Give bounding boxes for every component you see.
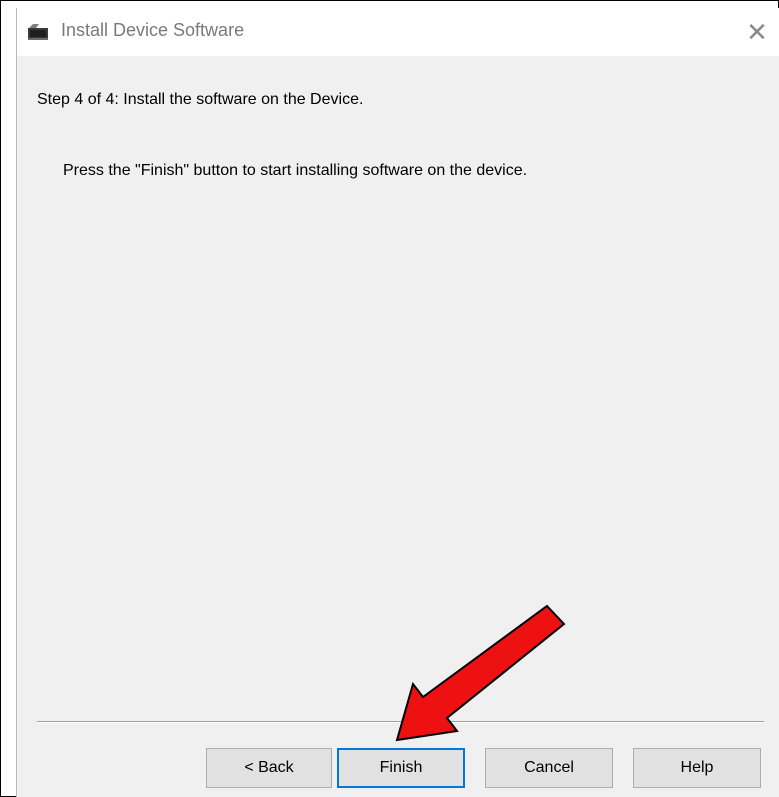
finish-button[interactable]: Finish <box>337 748 465 788</box>
device-software-icon <box>28 24 48 40</box>
back-button[interactable]: < Back <box>206 748 332 788</box>
instruction-text: Press the "Finish" button to start insta… <box>63 162 528 179</box>
install-device-software-dialog: Install Device Software ✕ Step 4 of 4: I… <box>16 8 779 797</box>
help-button[interactable]: Help <box>633 748 761 788</box>
button-separator <box>37 721 764 723</box>
title-bar: Install Device Software ✕ <box>17 8 779 56</box>
cancel-button[interactable]: Cancel <box>485 748 613 788</box>
window-title: Install Device Software <box>61 20 245 40</box>
close-icon: ✕ <box>746 16 768 47</box>
close-button[interactable]: ✕ <box>734 8 779 56</box>
step-heading: Step 4 of 4: Install the software on the… <box>37 91 364 108</box>
